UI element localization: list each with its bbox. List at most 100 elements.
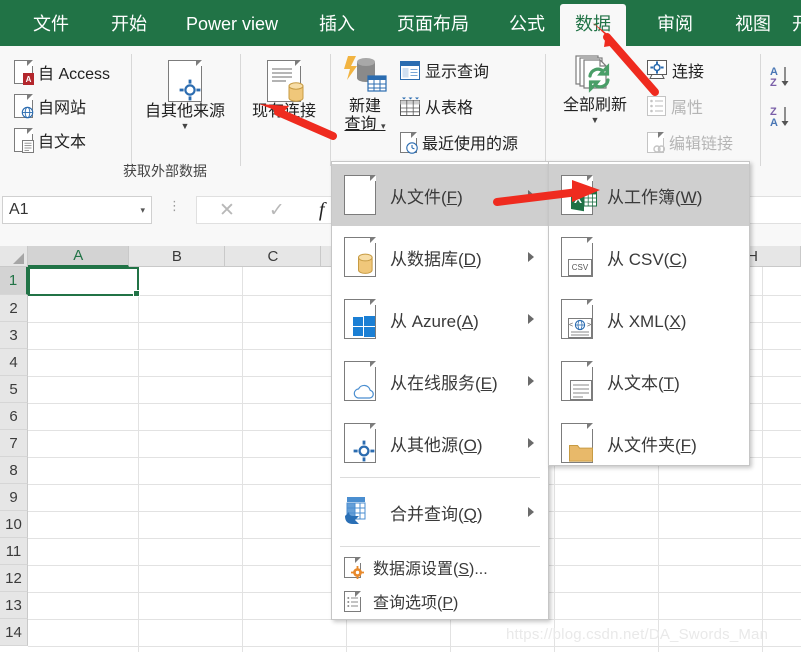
svg-text:X: X [574,192,582,206]
svg-text:A: A [770,117,778,129]
menu-item-from-azure[interactable]: 从 Azure(A) [332,288,548,350]
new-query-menu: 从文件(F) 从数据库(D) 从 Azure(A) [331,161,549,620]
cmd-sort-descending[interactable]: Z A [770,104,800,130]
menu-item-label: 从 Azure(A) [390,307,479,332]
tab-insert[interactable]: 插入 [308,0,366,46]
row-header-5[interactable]: 5 [0,376,28,403]
edit-links-icon [647,132,664,153]
cmd-edit-links: 编辑链接 [647,130,733,154]
tab-power-view[interactable]: Power view [178,0,286,46]
submenu-item-label: 从 CSV(C) [607,245,687,270]
row-header-11[interactable]: 11 [0,538,28,565]
submenu-item-from-csv[interactable]: CSV 从 CSV(C) [549,226,749,288]
row-header-7[interactable]: 7 [0,430,28,457]
data-source-settings-icon [344,557,361,578]
cmd-new-query[interactable]: 新建 查询 ▾ [334,54,396,134]
chevron-down-icon[interactable]: ▾ [381,121,386,131]
tab-home[interactable]: 开始 [100,0,158,46]
active-cell-A1[interactable] [28,267,139,296]
chevron-right-icon [528,314,534,324]
tab-view[interactable]: 视图 [724,0,782,46]
column-header-B[interactable]: B [129,246,225,267]
menu-item-from-online-services[interactable]: 从在线服务(E) [332,350,548,412]
xml-globe-glyph: < > [568,318,592,338]
cmd-refresh-all[interactable]: 全部刷新 ▼ [549,54,641,125]
confirm-entry-icon[interactable]: ✓ [269,199,285,222]
cmd-from-table[interactable]: 从表格 [400,94,473,118]
combine-query-icon [344,494,376,530]
name-box[interactable]: A1 ▾ [2,196,152,224]
fill-handle[interactable] [133,290,140,297]
submenu-item-label: 从文本(T) [607,369,680,394]
tab-file[interactable]: 文件 [22,0,80,46]
list-lines-glyph [347,596,359,609]
cmd-from-other-sources[interactable]: 自其他来源 ▼ [136,60,234,131]
row-header-12[interactable]: 12 [0,565,28,592]
tab-developer[interactable]: 开 [786,0,801,46]
menu-item-query-options[interactable]: 查询选项(P) [332,584,548,618]
refresh-all-glyph [572,54,618,96]
globe-glyph [21,106,34,119]
cmd-existing-connections[interactable]: 现有连接 [244,60,324,121]
cmd-from-text[interactable]: 自文本 [14,128,86,152]
cmd-from-web[interactable]: 自网站 [14,94,86,118]
tab-page-layout[interactable]: 页面布局 [386,0,480,46]
new-query-icon [342,54,388,96]
submenu-item-from-folder[interactable]: 从文件夹(F) [549,412,749,474]
row-headers: 1 2 3 4 5 6 7 8 9 10 11 12 13 14 [0,267,28,652]
from-table-icon [400,97,420,116]
menu-item-data-source-settings[interactable]: 数据源设置(S)... [332,550,548,584]
tab-label: 审阅 [657,15,693,33]
menu-item-combine-queries[interactable]: 合并查询(Q) [332,481,548,543]
tab-review[interactable]: 审阅 [646,0,704,46]
tab-label: 开始 [111,15,147,33]
target-glyph [353,440,375,462]
file-page-icon [344,175,376,215]
row-header-8[interactable]: 8 [0,457,28,484]
row-header-4[interactable]: 4 [0,349,28,376]
page-access-icon: A [14,60,33,84]
cmd-sort-ascending[interactable]: A Z [770,64,800,90]
menu-separator [340,546,540,547]
row-header-13[interactable]: 13 [0,592,28,619]
connections-icon [647,60,667,80]
ribbon-tab-bar: 文件 开始 Power view 插入 页面布局 公式 数据 审阅 视图 开 [0,0,801,46]
link-glyph [653,144,665,154]
formula-bar-grip[interactable]: ⋮ [168,202,176,209]
menu-item-from-other-sources[interactable]: 从其他源(O) [332,412,548,474]
menu-item-from-file[interactable]: 从文件(F) [332,164,548,226]
cmd-connections[interactable]: 连接 [647,58,704,82]
column-header-C[interactable]: C [225,246,321,267]
cancel-entry-icon[interactable]: ✕ [219,199,235,222]
submenu-item-from-text[interactable]: 从文本(T) [549,350,749,412]
cmd-from-access[interactable]: A 自 Access [14,60,110,84]
row-header-14[interactable]: 14 [0,619,28,646]
submenu-item-from-xml[interactable]: < > 从 XML(X) [549,288,749,350]
row-header-9[interactable]: 9 [0,484,28,511]
svg-text:<: < [569,322,573,329]
windows-logo-glyph [353,316,375,338]
menu-separator [340,477,540,478]
row-header-10[interactable]: 10 [0,511,28,538]
menu-item-from-database[interactable]: 从数据库(D) [332,226,548,288]
submenu-item-from-workbook[interactable]: X 从工作簿(W) [549,164,749,226]
chevron-right-icon [528,438,534,448]
text-file-icon [561,361,593,401]
page-target-icon [168,60,202,102]
chevron-down-icon[interactable]: ▼ [591,116,600,125]
tab-formulas[interactable]: 公式 [498,0,556,46]
column-header-A[interactable]: A [28,246,129,267]
combine-query-glyph [344,494,376,530]
select-all-corner[interactable] [0,246,28,267]
submenu-item-label: 从 XML(X) [607,307,686,332]
chevron-down-icon[interactable]: ▾ [140,205,145,216]
cmd-recent-sources[interactable]: 最近使用的源 [400,130,518,154]
insert-function-icon[interactable]: f [319,199,325,222]
row-header-1[interactable]: 1 [0,267,28,295]
tab-data[interactable]: 数据 [560,4,626,46]
cmd-show-queries[interactable]: 显示查询 [400,58,489,82]
row-header-6[interactable]: 6 [0,403,28,430]
chevron-down-icon[interactable]: ▼ [181,122,190,131]
row-header-2[interactable]: 2 [0,295,28,322]
row-header-3[interactable]: 3 [0,322,28,349]
